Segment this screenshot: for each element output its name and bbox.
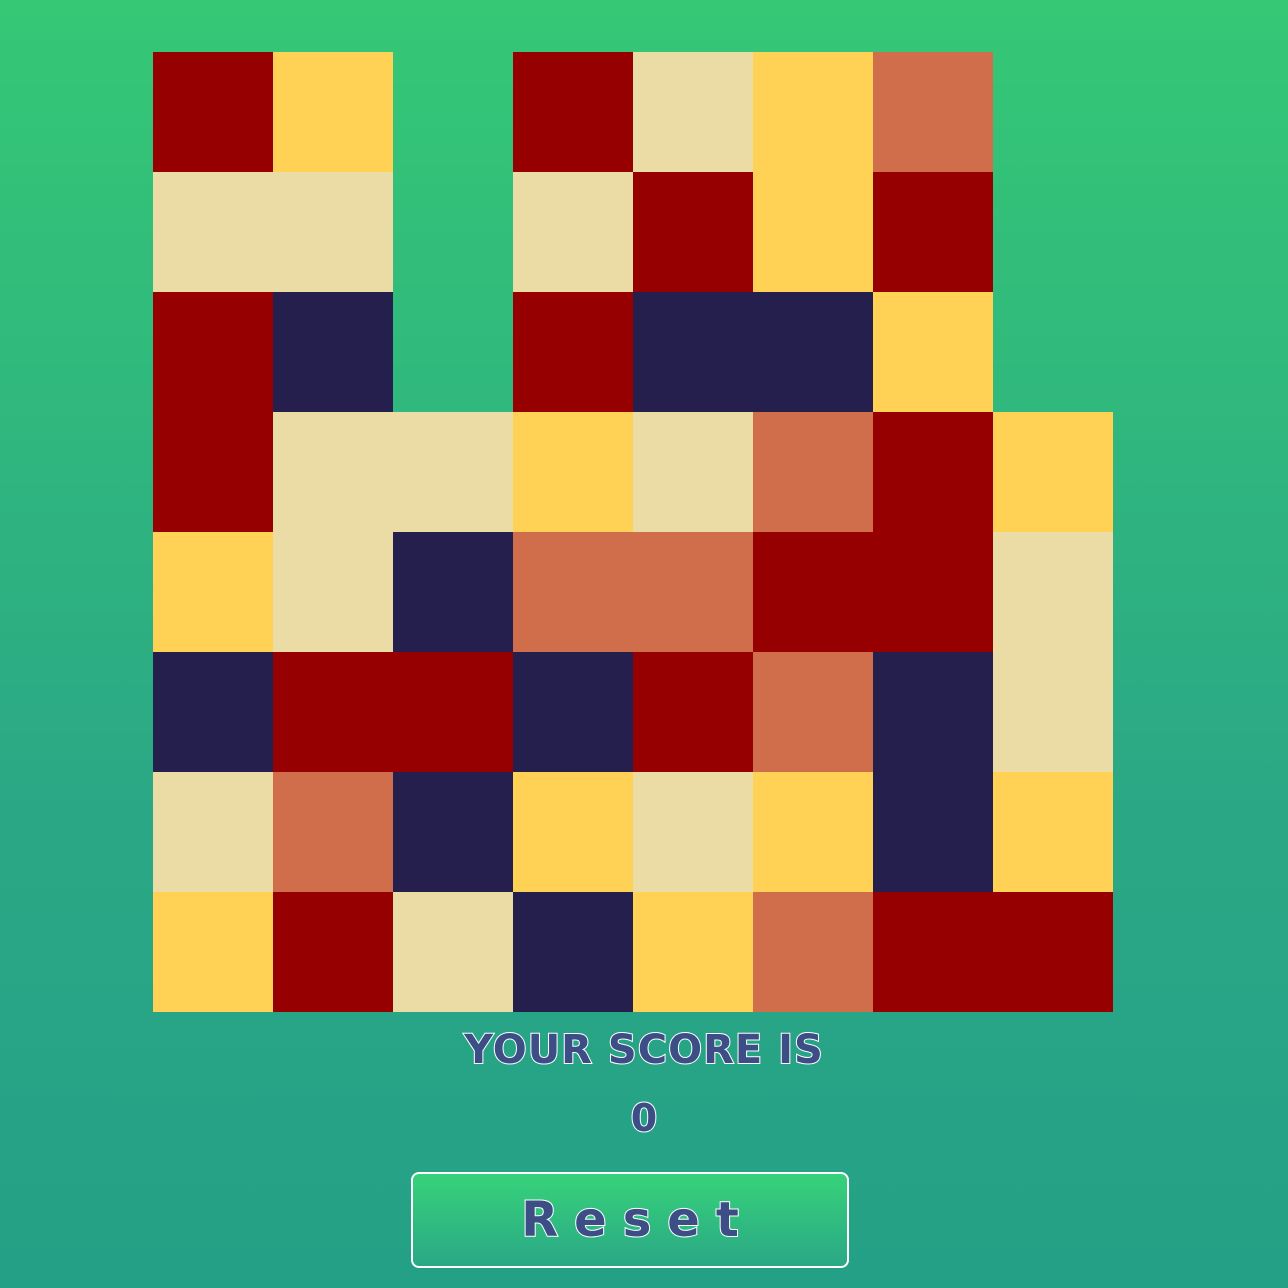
board-tile[interactable] bbox=[273, 52, 393, 172]
board-tile[interactable] bbox=[633, 172, 753, 292]
board-tile[interactable] bbox=[993, 532, 1113, 652]
board-tile[interactable] bbox=[513, 892, 633, 1012]
board-tile[interactable] bbox=[633, 892, 753, 1012]
board-tile[interactable] bbox=[633, 292, 753, 412]
reset-button-label: Reset bbox=[520, 1191, 755, 1249]
board-tile[interactable] bbox=[993, 772, 1113, 892]
board-tile[interactable] bbox=[153, 892, 273, 1012]
board-tile[interactable] bbox=[393, 772, 513, 892]
game-board bbox=[153, 52, 1113, 1012]
board-tile[interactable] bbox=[393, 892, 513, 1012]
board-tile[interactable] bbox=[633, 412, 753, 532]
board-tile[interactable] bbox=[273, 292, 393, 412]
board-tile[interactable] bbox=[753, 892, 873, 1012]
board-tile[interactable] bbox=[993, 412, 1113, 532]
board-tile[interactable] bbox=[873, 892, 993, 1012]
board-tile[interactable] bbox=[753, 772, 873, 892]
board-tile[interactable] bbox=[513, 412, 633, 532]
board-tile[interactable] bbox=[513, 772, 633, 892]
board-tile[interactable] bbox=[393, 532, 513, 652]
board-tile[interactable] bbox=[753, 52, 873, 172]
board-tile[interactable] bbox=[753, 292, 873, 412]
board-tile[interactable] bbox=[273, 412, 393, 532]
board-tile[interactable] bbox=[873, 172, 993, 292]
board-tile[interactable] bbox=[513, 172, 633, 292]
board-tile[interactable] bbox=[753, 412, 873, 532]
board-tile[interactable] bbox=[153, 52, 273, 172]
board-tile[interactable] bbox=[873, 412, 993, 532]
board-tile[interactable] bbox=[753, 532, 873, 652]
board-tile[interactable] bbox=[873, 772, 993, 892]
board-tile[interactable] bbox=[273, 172, 393, 292]
board-tile[interactable] bbox=[153, 532, 273, 652]
board-tile[interactable] bbox=[993, 652, 1113, 772]
board-tile[interactable] bbox=[633, 532, 753, 652]
board-tile[interactable] bbox=[513, 292, 633, 412]
board-tile[interactable] bbox=[153, 412, 273, 532]
board-tile[interactable] bbox=[393, 412, 513, 532]
board-tile[interactable] bbox=[153, 652, 273, 772]
board-tile[interactable] bbox=[633, 772, 753, 892]
board-tile[interactable] bbox=[633, 52, 753, 172]
board-tile[interactable] bbox=[513, 532, 633, 652]
reset-button[interactable]: Reset bbox=[411, 1172, 849, 1268]
score-label: YOUR SCORE IS bbox=[463, 1026, 824, 1074]
board-tile[interactable] bbox=[153, 172, 273, 292]
board-tile[interactable] bbox=[513, 52, 633, 172]
board-tile[interactable] bbox=[273, 892, 393, 1012]
board-tile[interactable] bbox=[273, 532, 393, 652]
board-tile[interactable] bbox=[873, 292, 993, 412]
board-tile[interactable] bbox=[873, 52, 993, 172]
board-tile[interactable] bbox=[753, 652, 873, 772]
board-tile[interactable] bbox=[153, 772, 273, 892]
board-tile[interactable] bbox=[873, 532, 993, 652]
board-tile[interactable] bbox=[753, 172, 873, 292]
board-tile[interactable] bbox=[633, 652, 753, 772]
board-tile[interactable] bbox=[393, 652, 513, 772]
board-tile[interactable] bbox=[273, 652, 393, 772]
score-value: 0 bbox=[630, 1095, 658, 1141]
board-tile[interactable] bbox=[513, 652, 633, 772]
board-tile[interactable] bbox=[153, 292, 273, 412]
board-tile[interactable] bbox=[273, 772, 393, 892]
board-tile[interactable] bbox=[873, 652, 993, 772]
board-tile[interactable] bbox=[993, 892, 1113, 1012]
